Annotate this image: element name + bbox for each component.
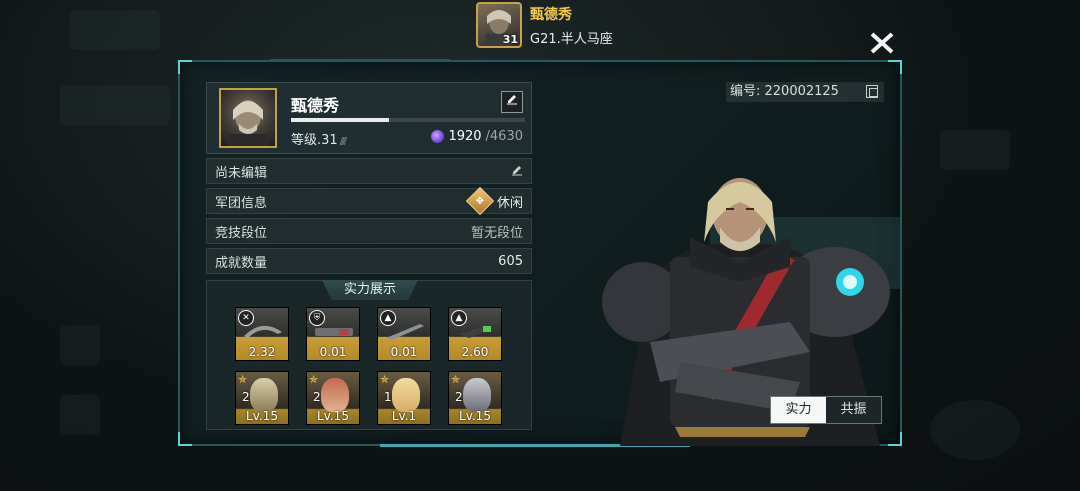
energy-counter: 1920/4630 — [431, 129, 523, 144]
equipment-value: 0.01 — [390, 345, 418, 359]
hero-stars: 2 — [242, 390, 250, 404]
hero-stars: 2 — [313, 390, 321, 404]
edit-name-button[interactable] — [501, 91, 523, 113]
equipment-value: 2.32 — [248, 345, 276, 359]
player-id-text: 编号: 220002125 — [730, 84, 839, 99]
pencil-icon — [507, 95, 517, 105]
equipment-slot-2[interactable]: ⛨ 0.01 — [306, 307, 360, 361]
energy-crystal-icon — [431, 130, 445, 143]
player-info-panel: 甄德秀 等级.31//// 1920/4630 尚未编辑 军团信息 ✥ 休闲 竞… — [178, 59, 902, 447]
top-avatar-level: 31 — [502, 33, 518, 46]
showcase-title: 实力展示 — [322, 280, 418, 300]
achievement-count-row: 成就数量 605 — [206, 248, 532, 274]
hero-level: Lv.15 — [317, 409, 349, 423]
player-level-label: 等级.31 — [291, 133, 338, 148]
power-showcase: 实力展示 ✕ 2.32 ⛨ 0.01 ▲ 0.01 ▲ 2.60 ✯ 2 Lv.… — [206, 280, 532, 430]
player-level: 等级.31//// — [291, 133, 347, 148]
hero-slot-1[interactable]: ✯ 2 Lv.15 — [235, 371, 289, 425]
achievement-count-label: 成就数量 — [215, 255, 268, 271]
legion-info-row[interactable]: 军团信息 ✥ 休闲 — [206, 186, 532, 216]
energy-current: 1920 — [448, 129, 482, 144]
xp-bar — [291, 118, 525, 122]
legion-info-label: 军团信息 — [215, 195, 268, 211]
equipment-slot-3[interactable]: ▲ 0.01 — [377, 307, 431, 361]
hero-stars: 1 — [384, 390, 392, 404]
close-button[interactable] — [868, 32, 896, 58]
view-toggle: 实力 共振 — [770, 396, 882, 424]
equipment-value: 0.01 — [319, 345, 347, 359]
player-avatar[interactable] — [219, 88, 277, 148]
hero-level: Lv.15 — [246, 409, 278, 423]
equipment-slot-4[interactable]: ▲ 2.60 — [448, 307, 502, 361]
achievement-count-value: 605 — [498, 253, 523, 269]
hero-star-icon: ✯ — [238, 373, 248, 386]
player-name: 甄德秀 — [291, 96, 340, 115]
hero-star-icon: ✯ — [451, 373, 461, 386]
energy-max: /4630 — [485, 129, 523, 144]
hero-stars: 2 — [455, 390, 463, 404]
hero-star-icon: ✯ — [309, 373, 319, 386]
copy-icon[interactable] — [866, 85, 878, 98]
hero-star-icon: ✯ — [380, 373, 390, 386]
top-player-bar: 31 甄德秀 G21.半人马座 — [476, 2, 613, 48]
tab-power[interactable]: 实力 — [771, 397, 826, 423]
legion-emblem-icon: ✥ — [465, 186, 495, 216]
top-server-name: G21.半人马座 — [530, 31, 613, 47]
profile-card: 甄德秀 等级.31//// 1920/4630 — [206, 82, 532, 154]
hero-slot-3[interactable]: ✯ 1 Lv.1 — [377, 371, 431, 425]
hero-level: Lv.15 — [459, 409, 491, 423]
arena-rank-value: 暂无段位 — [470, 225, 523, 241]
arena-rank-label: 竞技段位 — [215, 225, 268, 241]
equipment-value: 2.60 — [461, 345, 489, 359]
equipment-slot-1[interactable]: ✕ 2.32 — [235, 307, 289, 361]
signature-label: 尚未编辑 — [215, 165, 268, 181]
hero-slot-2[interactable]: ✯ 2 Lv.15 — [306, 371, 360, 425]
legion-info-value: 休闲 — [496, 195, 523, 211]
edit-signature-icon[interactable] — [511, 164, 523, 179]
tab-resonance[interactable]: 共振 — [826, 397, 881, 423]
player-id: 编号: 220002125 — [726, 82, 884, 102]
hero-level: Lv.1 — [391, 409, 417, 423]
arena-rank-row: 竞技段位 暂无段位 — [206, 218, 532, 244]
signature-row[interactable]: 尚未编辑 — [206, 158, 532, 184]
hero-slot-4[interactable]: ✯ 2 Lv.15 — [448, 371, 502, 425]
xp-bar-fill — [291, 118, 390, 122]
top-avatar[interactable]: 31 — [476, 2, 522, 48]
close-icon — [870, 32, 894, 54]
top-player-name: 甄德秀 — [530, 6, 572, 23]
